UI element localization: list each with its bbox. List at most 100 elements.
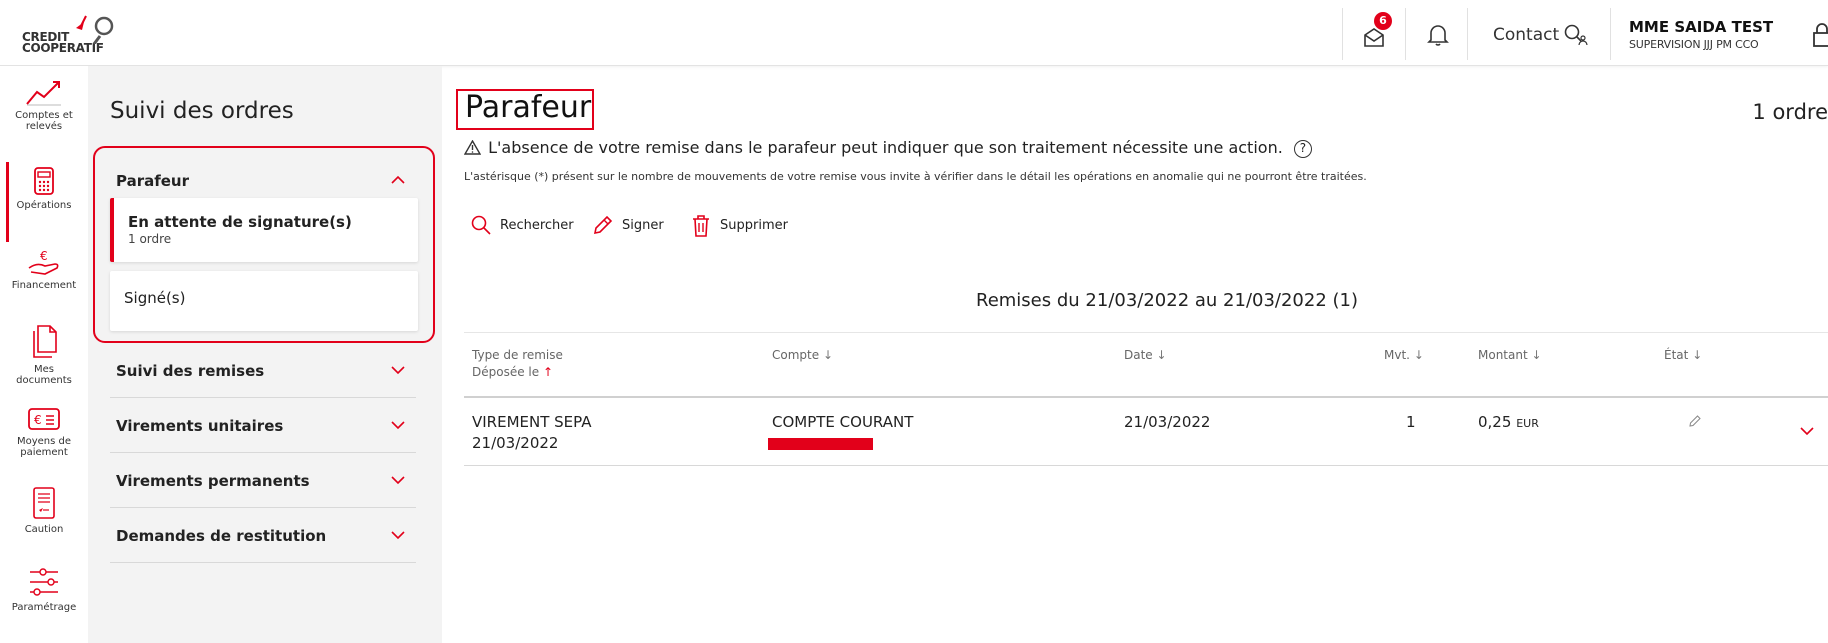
main-content: Parafeur 1 ordre L'absence de votre remi…	[442, 66, 1828, 643]
subnav-item-label: En attente de signature(s)	[128, 213, 352, 231]
header-divider	[1405, 8, 1406, 60]
column-header-mvt[interactable]: Mvt. ↓	[1384, 347, 1424, 364]
accordion-label: Parafeur	[116, 172, 190, 190]
brand-logo[interactable]: CREDIT COOPERATIF	[20, 14, 120, 56]
sliders-icon	[30, 568, 58, 596]
subnav-item-signed[interactable]: Signé(s)	[110, 271, 418, 331]
accordion-label: Virements unitaires	[116, 417, 284, 435]
header-divider	[1467, 8, 1468, 60]
column-header-type[interactable]: Type de remise Déposée le ↑	[472, 347, 563, 381]
nav-caution[interactable]: Caution	[0, 486, 88, 535]
chevron-down-icon	[391, 421, 405, 430]
chart-line-icon	[26, 81, 61, 106]
accordion-label: Virements permanents	[116, 472, 310, 490]
nav-label: Paramétrage	[11, 602, 77, 613]
nav-moyens-paiement[interactable]: € Moyens de paiement	[0, 406, 88, 458]
cell-date: 21/03/2022	[1124, 413, 1211, 431]
main-icon-navigation: Comptes et relevés Opérations € Financeme…	[0, 66, 88, 643]
redacted-account-number	[768, 438, 873, 450]
sort-up-icon: ↑	[542, 365, 554, 379]
nav-comptes-releves[interactable]: Comptes et relevés	[0, 78, 88, 132]
top-header: CREDIT COOPERATIF 6 Contact MME SAIDA TE…	[0, 0, 1828, 66]
nav-financement[interactable]: € Financement	[0, 248, 88, 291]
delete-label: Supprimer	[720, 218, 788, 233]
logout-lock-icon[interactable]	[1812, 22, 1828, 48]
pencil-icon	[593, 215, 613, 235]
nav-label: Moyens de paiement	[16, 436, 72, 458]
search-button[interactable]: Rechercher	[470, 214, 574, 238]
sort-down-icon: ↓	[1692, 348, 1703, 362]
accordion-virements-unitaires[interactable]: Virements unitaires	[110, 399, 416, 453]
accordion-virements-permanents[interactable]: Virements permanents	[110, 454, 416, 508]
messages-button[interactable]: 6	[1358, 12, 1392, 52]
cell-type: VIREMENT SEPA 21/03/2022	[472, 413, 592, 452]
cell-mvt: 1	[1406, 413, 1416, 431]
search-icon	[471, 215, 491, 235]
svg-text:€: €	[34, 413, 42, 427]
accordion-label: Demandes de restitution	[116, 527, 327, 545]
svg-text:€: €	[40, 249, 48, 263]
nav-label: Opérations	[16, 200, 72, 211]
delete-button[interactable]: Supprimer	[690, 214, 800, 238]
messages-count-badge: 6	[1374, 12, 1392, 30]
warning-text: L'absence de votre remise dans le parafe…	[488, 138, 1283, 157]
table-header: Type de remise Déposée le ↑ Compte ↓ Dat…	[464, 332, 1828, 398]
column-header-amount[interactable]: Montant ↓	[1478, 347, 1542, 364]
bell-icon	[1427, 25, 1449, 46]
cell-amount: 0,25 EUR	[1478, 413, 1539, 431]
caution-document-icon	[33, 487, 55, 519]
accordion-label: Suivi des remises	[116, 362, 265, 380]
contact-link[interactable]: Contact	[1493, 25, 1559, 45]
accordion-demandes-restitution[interactable]: Demandes de restitution	[110, 509, 416, 563]
cell-account: COMPTE COURANT	[772, 413, 914, 431]
notifications-button[interactable]	[1423, 20, 1453, 50]
search-label: Rechercher	[500, 218, 574, 233]
sign-label: Signer	[622, 218, 664, 233]
remises-date-range: Remises du 21/03/2022 au 21/03/2022 (1)	[976, 290, 1359, 311]
nav-label: Financement	[11, 280, 77, 291]
subnav-title: Suivi des ordres	[110, 98, 294, 124]
sort-down-icon: ↓	[1531, 348, 1542, 362]
subnav-item-pending-signature[interactable]: En attente de signature(s) 1 ordre	[110, 198, 418, 262]
asterisk-note: L'astérisque (*) présent sur le nombre d…	[464, 170, 1367, 183]
brand-mark-icon	[76, 15, 114, 44]
chevron-down-icon	[391, 476, 405, 485]
euro-hand-icon: €	[28, 249, 59, 275]
nav-operations[interactable]: Opérations	[0, 162, 88, 242]
nav-mes-documents[interactable]: Mes documents	[0, 324, 88, 386]
sort-down-icon: ↓	[1413, 348, 1424, 362]
sign-button[interactable]: Signer	[592, 214, 664, 238]
page-title: Parafeur	[465, 90, 592, 125]
user-profile-label: SUPERVISION JJJ PM CCO	[1629, 38, 1759, 51]
chevron-down-icon	[391, 531, 405, 540]
warning-icon	[464, 140, 481, 155]
documents-icon	[33, 325, 57, 358]
help-icon[interactable]: ?	[1293, 140, 1312, 158]
advisor-search-icon[interactable]	[1562, 22, 1588, 48]
calculator-icon	[34, 167, 54, 195]
column-header-account[interactable]: Compte ↓	[772, 347, 833, 364]
orders-subnavigation: Suivi des ordres Parafeur En attente de …	[88, 66, 442, 643]
remises-table: Type de remise Déposée le ↑ Compte ↓ Dat…	[464, 332, 1828, 466]
chevron-down-icon	[391, 366, 405, 375]
sort-down-icon: ↓	[822, 348, 834, 362]
sort-down-icon: ↓	[1156, 348, 1167, 362]
column-header-date[interactable]: Date ↓	[1124, 347, 1167, 364]
accordion-suivi-remises[interactable]: Suivi des remises	[110, 344, 416, 398]
nav-label: Comptes et relevés	[15, 110, 73, 132]
subnav-item-label: Signé(s)	[124, 289, 186, 307]
column-header-state[interactable]: État ↓	[1664, 347, 1702, 364]
nav-label: Mes documents	[16, 364, 72, 386]
trash-icon	[693, 215, 709, 237]
nav-parametrage[interactable]: Paramétrage	[0, 566, 88, 613]
chevron-up-icon	[391, 175, 405, 184]
warning-message: L'absence de votre remise dans le parafe…	[464, 138, 1312, 158]
payment-card-icon: €	[28, 408, 60, 430]
nav-label: Caution	[24, 524, 64, 535]
user-name[interactable]: MME SAIDA TEST	[1629, 18, 1773, 36]
header-divider	[1610, 8, 1611, 60]
subnav-item-count: 1 ordre	[128, 232, 172, 246]
edit-pencil-icon[interactable]	[1688, 414, 1702, 428]
chevron-down-icon[interactable]	[1798, 422, 1816, 440]
table-row[interactable]: VIREMENT SEPA 21/03/2022 COMPTE COURANT …	[464, 398, 1828, 466]
